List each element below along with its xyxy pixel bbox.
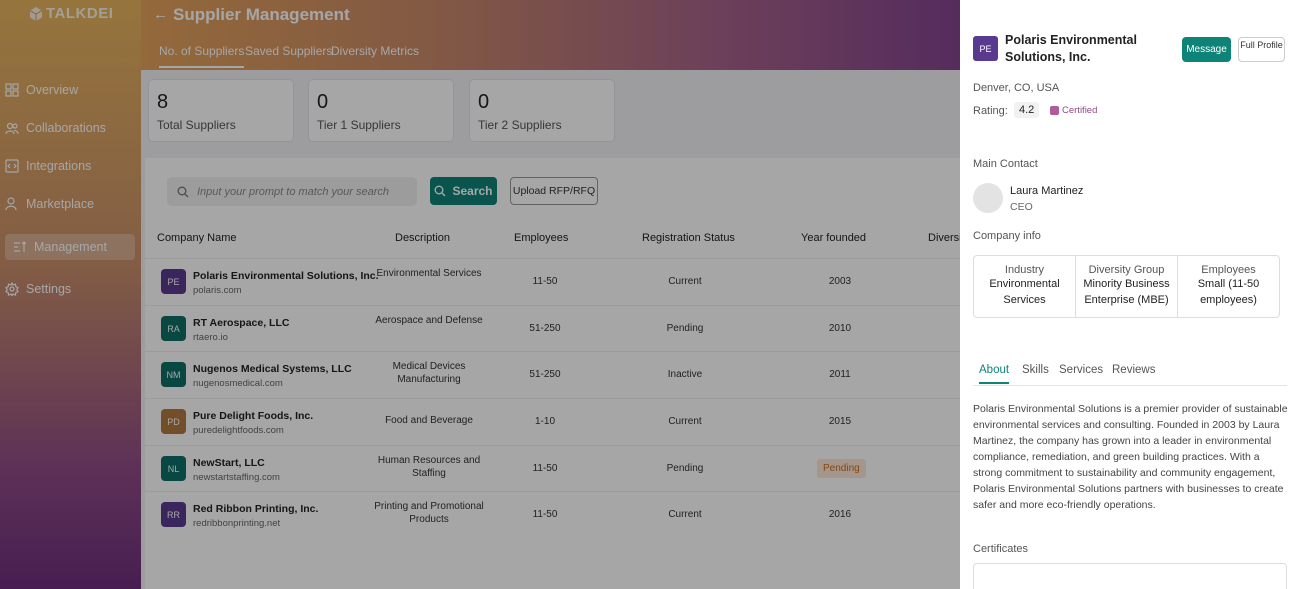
info-employees: Employees Small (11-50 employees) <box>1178 256 1279 317</box>
tab-reviews[interactable]: Reviews <box>1112 364 1155 376</box>
tab-services[interactable]: Services <box>1059 364 1103 376</box>
package-icon <box>1050 106 1059 115</box>
contact-role: CEO <box>1010 201 1033 213</box>
full-profile-button[interactable]: Full Profile <box>1238 37 1285 62</box>
main-contact-label: Main Contact <box>973 158 1038 170</box>
certificates-box <box>973 563 1287 589</box>
about-text: Polaris Environmental Solutions is a pre… <box>973 403 1288 511</box>
info-value: Environmental Services <box>989 278 1060 306</box>
info-value: Minority Business Enterprise (MBE) <box>1083 278 1170 306</box>
info-heading: Diversity Group <box>1088 264 1165 276</box>
avatar <box>973 183 1003 213</box>
company-location: Denver, CO, USA <box>973 82 1060 94</box>
certificates-label: Certificates <box>973 543 1029 555</box>
tab-skills[interactable]: Skills <box>1022 364 1049 376</box>
info-value: Small (11-50 employees) <box>1197 278 1260 306</box>
rating-value: 4.2 <box>1014 102 1040 118</box>
message-button[interactable]: Message <box>1182 37 1231 62</box>
info-industry: Industry Environmental Services <box>974 256 1076 317</box>
info-heading: Employees <box>1201 264 1256 276</box>
supplier-detail-drawer: PE Polaris Environmental Solutions, Inc.… <box>960 0 1291 589</box>
certified-label: Certified <box>1062 105 1098 116</box>
contact-name: Laura Martinez <box>1010 185 1084 197</box>
info-diversity-group: Diversity Group Minority Business Enterp… <box>1076 256 1178 317</box>
company-info-grid: Industry Environmental Services Diversit… <box>973 255 1280 318</box>
company-avatar: PE <box>973 36 998 61</box>
modal-backdrop[interactable] <box>0 0 960 589</box>
drawer-company-name: Polaris Environmental Solutions, Inc. <box>1005 33 1137 64</box>
rating-label: Rating: <box>973 105 1008 117</box>
info-heading: Industry <box>1004 264 1045 276</box>
company-info-label: Company info <box>973 230 1041 242</box>
tab-about[interactable]: About <box>979 364 1010 384</box>
certified-badge: Certified <box>1050 105 1097 116</box>
tab-divider <box>973 385 1287 386</box>
